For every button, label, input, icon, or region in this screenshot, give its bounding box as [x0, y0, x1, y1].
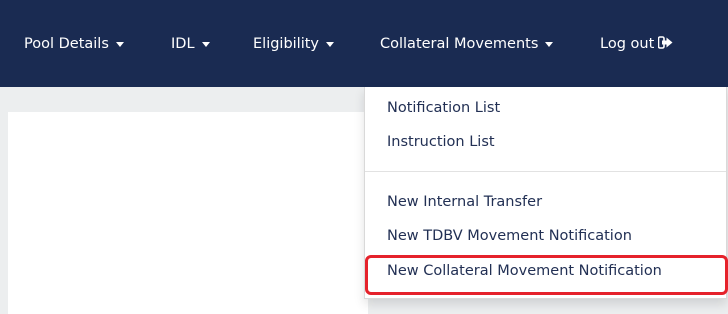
collateral-movements-dropdown: Notification List Instruction List New I… — [364, 87, 727, 299]
sign-out-icon — [657, 36, 673, 53]
caret-down-icon — [201, 42, 210, 47]
nav-idl-label: IDL — [171, 35, 195, 52]
nav-log-out-label: Log out — [600, 35, 655, 52]
nav-collateral-movements-label: Collateral Movements — [380, 35, 539, 52]
nav-log-out[interactable]: Log out — [600, 0, 673, 87]
nav-pool-details[interactable]: Pool Details — [24, 0, 124, 87]
nav-idl[interactable]: IDL — [171, 0, 210, 87]
nav-eligibility[interactable]: Eligibility — [253, 0, 335, 87]
caret-down-icon — [115, 42, 124, 47]
menu-item-notification-list[interactable]: Notification List — [387, 98, 500, 118]
nav-eligibility-label: Eligibility — [253, 35, 320, 52]
menu-item-new-tdbv-movement-notification[interactable]: New TDBV Movement Notification — [387, 226, 632, 246]
top-navbar: Pool Details IDL Eligibility Collateral … — [0, 0, 728, 87]
nav-collateral-movements[interactable]: Collateral Movements — [380, 0, 554, 87]
menu-item-instruction-list[interactable]: Instruction List — [387, 132, 495, 152]
caret-down-icon — [545, 42, 554, 47]
page-content-panel — [8, 112, 368, 314]
caret-down-icon — [326, 42, 335, 47]
menu-divider — [365, 171, 726, 172]
menu-item-new-collateral-movement-notification[interactable]: New Collateral Movement Notification — [387, 261, 662, 281]
menu-item-new-internal-transfer[interactable]: New Internal Transfer — [387, 192, 542, 212]
nav-pool-details-label: Pool Details — [24, 35, 109, 52]
